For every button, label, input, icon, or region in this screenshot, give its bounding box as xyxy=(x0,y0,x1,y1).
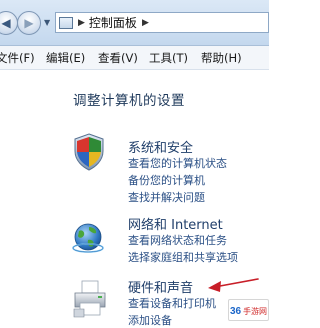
watermark-logo: 36 手游网 xyxy=(228,299,269,321)
svg-text:手游网: 手游网 xyxy=(243,306,267,316)
link-backup-computer[interactable]: 备份您的计算机 xyxy=(128,172,205,188)
address-bar: ◀ ▶ ▼ ▶ 控制面板 ▶ xyxy=(0,0,269,46)
category-title-network-internet[interactable]: 网络和 Internet xyxy=(128,214,223,233)
link-homegroup-sharing[interactable]: 选择家庭组和共享选项 xyxy=(128,249,238,265)
recent-pages-chevron-icon[interactable]: ▼ xyxy=(44,18,50,27)
back-arrow-icon: ◀ xyxy=(1,16,11,30)
printer-hardware-icon[interactable] xyxy=(72,279,108,319)
back-button[interactable]: ◀ xyxy=(0,11,18,35)
page-title: 调整计算机的设置 xyxy=(73,93,185,109)
category-title-hardware-sound[interactable]: 硬件和声音 xyxy=(128,277,193,296)
forward-button[interactable]: ▶ xyxy=(17,11,41,35)
link-view-network-status[interactable]: 查看网络状态和任务 xyxy=(128,232,227,248)
link-view-devices-printers[interactable]: 查看设备和打印机 xyxy=(128,295,216,311)
menu-tools[interactable]: 工具(T) xyxy=(149,50,188,66)
svg-text:36: 36 xyxy=(230,306,242,317)
breadcrumb-separator-icon[interactable]: ▶ xyxy=(142,18,149,28)
menu-help[interactable]: 帮助(H) xyxy=(201,50,242,66)
breadcrumb-control-panel[interactable]: 控制面板 xyxy=(89,14,137,31)
breadcrumb-separator-icon[interactable]: ▶ xyxy=(78,18,85,28)
watermark-logo-icon: 36 手游网 xyxy=(230,306,267,317)
link-view-computer-status[interactable]: 查看您的计算机状态 xyxy=(128,155,227,171)
network-globe-icon[interactable] xyxy=(70,218,108,254)
shield-security-icon[interactable] xyxy=(73,133,105,171)
link-find-fix-problems[interactable]: 查找并解决问题 xyxy=(128,189,205,205)
address-box[interactable]: ▶ 控制面板 ▶ xyxy=(55,12,269,33)
menu-view[interactable]: 查看(V) xyxy=(98,50,138,66)
forward-arrow-icon: ▶ xyxy=(24,16,34,30)
control-panel-icon xyxy=(59,16,73,29)
menu-file[interactable]: 文件(F) xyxy=(0,50,35,66)
category-title-system-security[interactable]: 系统和安全 xyxy=(128,137,193,156)
link-add-device[interactable]: 添加设备 xyxy=(128,312,172,328)
menu-edit[interactable]: 编辑(E) xyxy=(46,50,85,66)
menu-bar: 文件(F) 编辑(E) 查看(V) 工具(T) 帮助(H) xyxy=(0,46,269,70)
